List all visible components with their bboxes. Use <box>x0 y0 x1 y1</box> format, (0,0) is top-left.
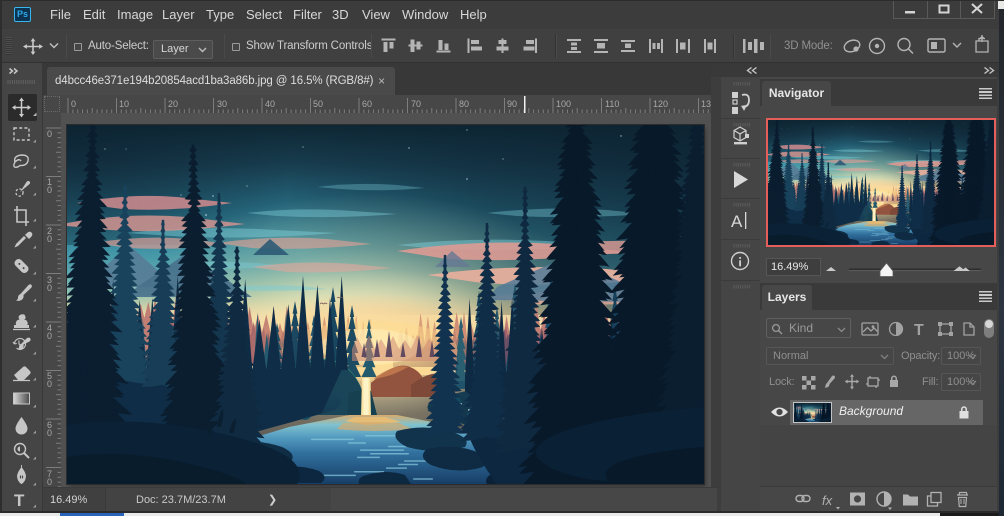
svg-text:0: 0 <box>47 283 52 293</box>
svg-text:20: 20 <box>168 99 178 109</box>
svg-text:0: 0 <box>47 477 52 487</box>
svg-text:0: 0 <box>47 331 52 341</box>
svg-text:T: T <box>14 491 25 510</box>
svg-text:70: 70 <box>411 99 421 109</box>
svg-text:100: 100 <box>556 99 571 109</box>
svg-text:130: 130 <box>701 99 711 109</box>
svg-text:60: 60 <box>362 99 372 109</box>
svg-text:40: 40 <box>265 99 275 109</box>
svg-text:0: 0 <box>47 129 52 139</box>
svg-text:50: 50 <box>313 99 323 109</box>
svg-text:30: 30 <box>217 99 227 109</box>
svg-text:A: A <box>731 212 743 231</box>
svg-text:10: 10 <box>119 99 129 109</box>
svg-text:90: 90 <box>507 99 517 109</box>
svg-text:110: 110 <box>605 99 619 109</box>
svg-text:fx: fx <box>822 493 833 508</box>
svg-text:80: 80 <box>459 99 469 109</box>
svg-text:120: 120 <box>653 99 668 109</box>
svg-text:T: T <box>914 322 924 338</box>
svg-text:0: 0 <box>47 185 52 195</box>
svg-text:0: 0 <box>47 234 52 244</box>
svg-text:0: 0 <box>71 99 76 109</box>
svg-text:0: 0 <box>47 428 52 438</box>
svg-text:0: 0 <box>47 379 52 389</box>
